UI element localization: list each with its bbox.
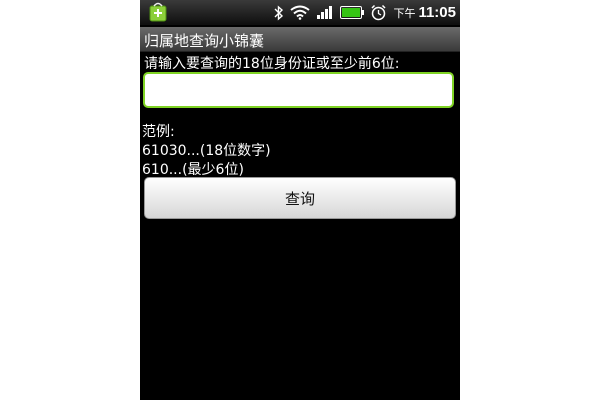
battery-icon xyxy=(340,6,365,19)
example-6-digit: 610...(最少6位) xyxy=(142,162,244,178)
example-18-digit: 61030...(18位数字) xyxy=(142,143,271,159)
clock-time: 11:05 xyxy=(418,4,456,21)
signal-icon xyxy=(317,6,333,19)
wifi-icon xyxy=(290,5,311,20)
phone-screen: 下午 11:05 归属地查询小锦囊 请输入要查询的18位身份证或至少前6位: 范… xyxy=(140,0,460,400)
android-market-icon[interactable] xyxy=(148,2,168,22)
app-title: 归属地查询小锦囊 xyxy=(144,32,265,50)
id-number-input[interactable] xyxy=(143,72,454,108)
bluetooth-icon xyxy=(274,4,284,21)
app-title-bar: 归属地查询小锦囊 xyxy=(140,27,460,52)
clock-area: 下午 11:05 xyxy=(393,4,456,21)
ampm-label: 下午 xyxy=(393,7,416,20)
status-bar: 下午 11:05 xyxy=(140,0,460,25)
query-button[interactable]: 查询 xyxy=(144,177,456,219)
input-prompt-label: 请输入要查询的18位身份证或至少前6位: xyxy=(144,56,400,72)
alarm-icon xyxy=(371,4,386,21)
examples-label: 范例: xyxy=(142,124,175,140)
